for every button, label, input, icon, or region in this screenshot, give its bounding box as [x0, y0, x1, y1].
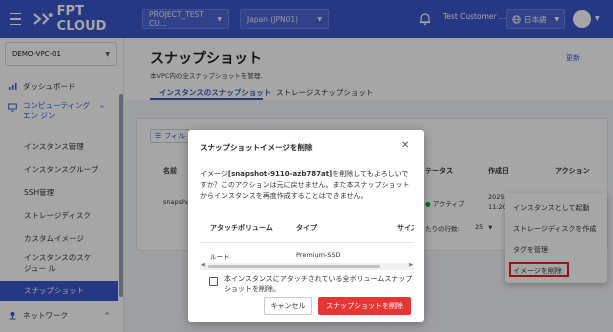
- volume-type: Premium-SSD: [296, 251, 341, 259]
- scrollbar-thumb[interactable]: [208, 265, 380, 268]
- divider: [200, 242, 414, 243]
- delete-all-volumes-checkbox[interactable]: [209, 277, 218, 286]
- scroll-left-icon[interactable]: ◀: [201, 262, 205, 268]
- table-horizontal-scrollbar[interactable]: ◀ ▶: [200, 262, 414, 270]
- close-icon[interactable]: ✕: [401, 140, 409, 151]
- scroll-right-icon[interactable]: ▶: [409, 262, 413, 268]
- dialog-message: イメージ[snapshot-9110-azb787at]を削除してもよろしいです…: [200, 169, 414, 202]
- column-header-type: タイプ: [296, 224, 317, 232]
- dialog-title: スナップショットイメージを削除: [200, 143, 313, 152]
- checkbox-label: 本インスタンスにアタッチされている全ボリュームスナップショットを削除。: [224, 275, 413, 293]
- delete-snapshot-dialog: スナップショットイメージを削除 ✕ イメージ[snapshot-9110-azb…: [188, 130, 424, 322]
- cancel-button[interactable]: キャンセル: [264, 297, 312, 315]
- volume-name: ルート: [210, 253, 230, 261]
- message-prefix: イメージ: [200, 170, 228, 178]
- delete-snapshot-button[interactable]: スナップショットを削除: [318, 297, 411, 315]
- snapshot-name: [snapshot-9110-azb787at]: [227, 170, 333, 178]
- column-header-volume: アタッチボリューム: [210, 224, 273, 232]
- column-header-size: サイズ: [397, 224, 414, 232]
